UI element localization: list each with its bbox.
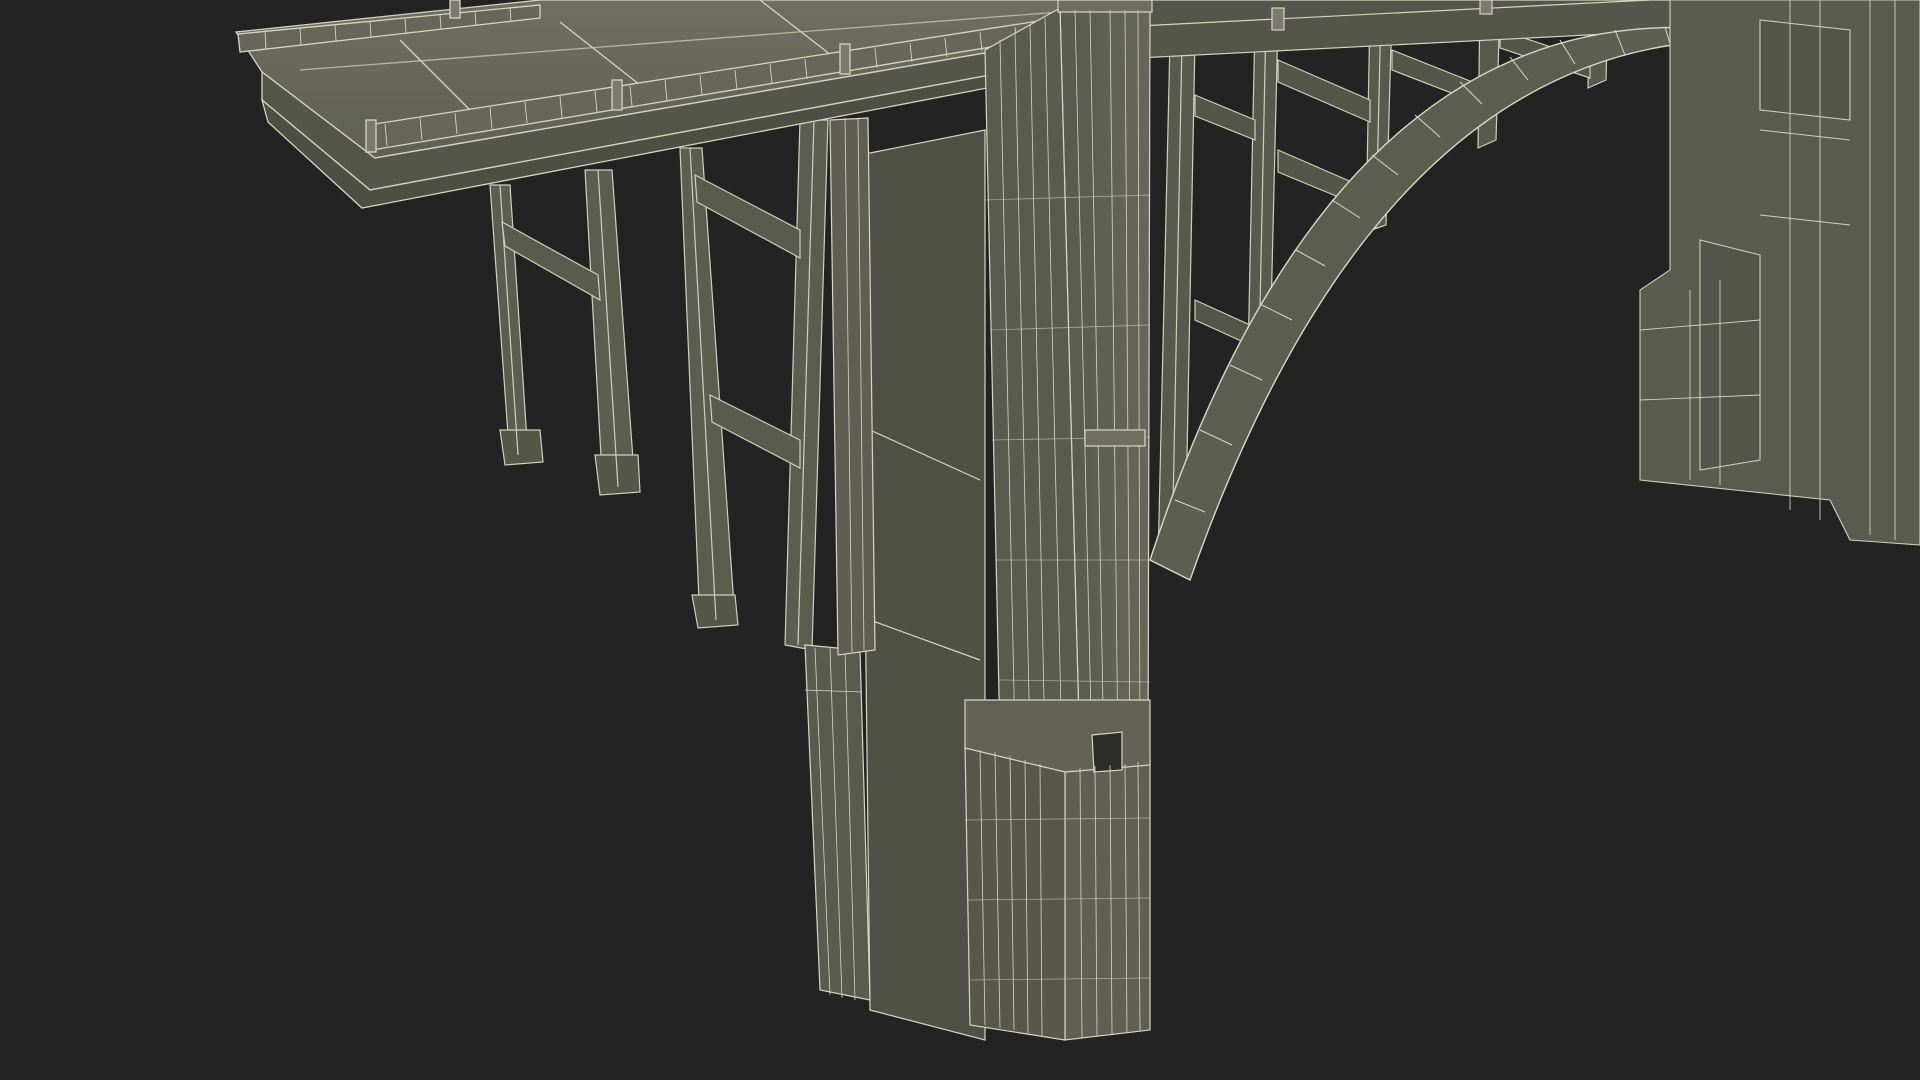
render-viewport [0, 0, 1920, 1080]
pier-notch [1084, 429, 1146, 447]
bridge-scene [0, 0, 1920, 1080]
right-abutment [1639, 0, 1920, 546]
pier-opening [1091, 731, 1123, 773]
pier-base-front [1064, 759, 1151, 1041]
main-pier [804, 0, 1153, 1041]
pier-rear-panel [859, 129, 986, 1041]
pier-base-side [964, 744, 1066, 1041]
